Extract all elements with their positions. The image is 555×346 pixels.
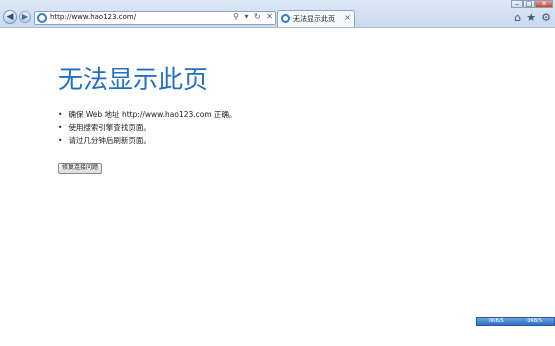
network-speed-widget[interactable]: 0KB/S 0KB/S [476,317,555,326]
command-icons: ⌂ ★ ⚙ [514,11,551,24]
list-item: • 请过几分钟后刷新页面。 [58,134,237,147]
tip-text: 使用搜索引擎查找页面。 [68,123,151,132]
fix-connection-button[interactable]: 修复连接问题 [58,163,102,174]
favorites-icon[interactable]: ★ [526,11,536,24]
tip-text: 确保 Web 地址 http://www.hao123.com 正确。 [68,110,237,119]
address-bar[interactable]: http://www.hao123.com/ ⚲ ▾ ↻ ✕ [34,11,276,25]
back-button[interactable]: ◀ [3,10,17,24]
minimize-button[interactable]: – [511,0,523,8]
speed-up-label: 0KB/S [527,318,543,324]
browser-toolbar: ◀ ▶ http://www.hao123.com/ ⚲ ▾ ↻ ✕ 无法显示此… [0,0,555,28]
speed-down-label: 0KB/S [488,318,504,324]
gear-icon[interactable]: ⚙ [541,11,551,24]
stop-icon[interactable]: ✕ [266,12,273,21]
bullet-icon: • [58,123,63,132]
window-controls: – □ ✕ [511,0,553,8]
close-window-button[interactable]: ✕ [535,0,553,8]
ie-logo-icon [37,13,47,23]
ie-logo-icon [281,14,290,23]
bullet-icon: • [58,110,63,119]
address-tools: ⚲ ▾ ↻ ✕ [230,12,273,21]
forward-button[interactable]: ▶ [19,11,31,23]
close-icon[interactable]: × [344,13,351,22]
url-text[interactable]: http://www.hao123.com/ [50,13,136,21]
list-item: • 确保 Web 地址 http://www.hao123.com 正确。 [58,108,237,121]
forward-arrow-icon: ▶ [21,12,29,21]
tab-label: 无法显示此页 [293,15,335,23]
list-item: • 使用搜索引擎查找页面。 [58,121,237,134]
tab-current[interactable]: 无法显示此页 × [277,10,355,27]
home-icon[interactable]: ⌂ [514,11,521,24]
search-icon[interactable]: ⚲ [233,12,239,21]
page-title: 无法显示此页 [58,65,209,94]
back-arrow-icon: ◀ [6,12,14,22]
chevron-down-icon[interactable]: ▾ [244,12,248,21]
refresh-icon[interactable]: ↻ [254,12,261,21]
tip-text: 请过几分钟后刷新页面。 [68,136,151,145]
bullet-icon: • [58,136,63,145]
maximize-button[interactable]: □ [523,0,535,8]
tips-list: • 确保 Web 地址 http://www.hao123.com 正确。 • 使用… [58,108,237,147]
